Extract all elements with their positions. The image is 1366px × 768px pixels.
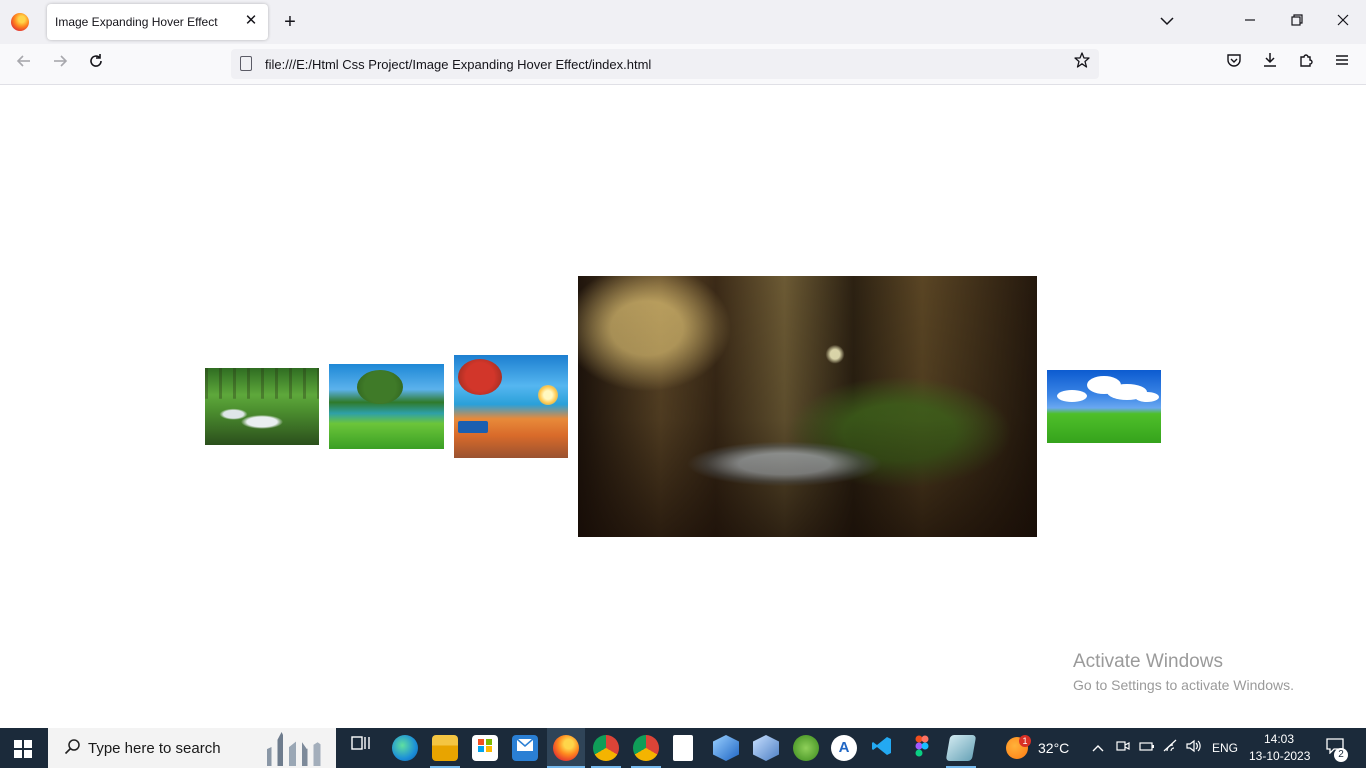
weather-badge: 1 [1019, 735, 1031, 747]
task-view-icon[interactable] [348, 735, 374, 761]
volume-icon[interactable] [1185, 739, 1203, 757]
image-detail [458, 421, 488, 433]
chevron-up-icon[interactable] [1089, 739, 1107, 757]
minimize-icon[interactable] [1238, 10, 1262, 34]
virtualbox-2-icon[interactable] [753, 735, 779, 761]
image-detail [1057, 390, 1087, 402]
star-icon[interactable] [1071, 52, 1093, 74]
search-highlight-image [260, 732, 332, 766]
gallery-image-forest-stream[interactable] [205, 368, 319, 445]
watermark-title: Activate Windows [1073, 651, 1223, 672]
navigation-toolbar: file:///E:/Html Css Project/Image Expand… [0, 44, 1366, 85]
page-icon [240, 56, 252, 71]
back-icon[interactable] [12, 52, 36, 76]
page-content: Activate Windows Go to Settings to activ… [0, 85, 1366, 728]
search-placeholder: Type here to search [88, 740, 221, 757]
notification-count: 2 [1334, 748, 1348, 762]
close-icon[interactable] [1331, 10, 1355, 34]
virtualbox-icon[interactable] [713, 735, 739, 761]
gallery-image-green-hill[interactable] [1047, 370, 1161, 443]
browser-tab[interactable]: Image Expanding Hover Effect ✕ [47, 4, 268, 40]
editor-icon[interactable] [945, 735, 977, 761]
weather-temperature[interactable]: 32°C [1038, 740, 1069, 756]
image-detail [578, 276, 1037, 537]
pocket-icon[interactable] [1222, 52, 1246, 76]
image-detail [1135, 392, 1159, 402]
edge-icon[interactable] [392, 735, 418, 761]
taskbar-search-box[interactable]: Type here to search [48, 728, 336, 768]
tab-list-icon[interactable] [1155, 10, 1179, 34]
download-icon[interactable] [1258, 52, 1282, 76]
chrome-icon[interactable] [593, 735, 619, 761]
battery-icon[interactable] [1138, 739, 1156, 757]
mail-icon[interactable] [512, 735, 538, 761]
gallery-image-expanded-forest-creek[interactable] [578, 276, 1037, 537]
language-indicator[interactable]: ENG [1212, 741, 1238, 755]
menu-icon[interactable] [1330, 52, 1354, 76]
close-tab-icon[interactable]: ✕ [242, 12, 260, 30]
activate-windows-watermark: Activate Windows Go to Settings to activ… [1073, 651, 1294, 693]
image-detail [458, 359, 502, 395]
image-detail [538, 385, 558, 405]
spring-tool-icon[interactable] [793, 735, 819, 761]
wifi-icon[interactable] [1162, 739, 1180, 757]
chrome-profile-icon[interactable] [633, 735, 659, 761]
notepad-icon[interactable] [673, 735, 693, 761]
image-detail [205, 368, 319, 399]
app-a-icon[interactable]: A [831, 735, 857, 761]
vscode-icon[interactable] [869, 735, 895, 761]
image-detail [357, 370, 403, 404]
windows-taskbar: Type here to search A 1 32°C ENG 14:03 1… [0, 728, 1366, 768]
store-icon[interactable] [472, 735, 498, 761]
clock-time[interactable]: 14:03 [1264, 732, 1294, 746]
tab-title: Image Expanding Hover Effect [55, 15, 218, 29]
clock-date[interactable]: 13-10-2023 [1249, 749, 1310, 763]
meet-now-icon[interactable] [1114, 739, 1132, 757]
new-tab-button[interactable]: + [280, 12, 300, 32]
gallery-image-autumn-park[interactable] [454, 355, 568, 458]
reload-icon[interactable] [84, 52, 108, 76]
search-icon [64, 738, 82, 761]
firefox-taskbar-icon[interactable] [553, 735, 579, 761]
browser-tab-bar: Image Expanding Hover Effect ✕ + [0, 0, 1366, 44]
address-bar[interactable]: file:///E:/Html Css Project/Image Expand… [231, 49, 1099, 79]
gallery-image-green-lake[interactable] [329, 364, 444, 449]
extensions-icon[interactable] [1294, 52, 1318, 76]
watermark-subtitle: Go to Settings to activate Windows. [1073, 677, 1294, 693]
url-text[interactable]: file:///E:/Html Css Project/Image Expand… [265, 57, 651, 72]
figma-icon[interactable] [909, 735, 935, 761]
firefox-icon[interactable] [11, 13, 29, 31]
file-explorer-icon[interactable] [432, 735, 458, 761]
restore-icon[interactable] [1285, 10, 1309, 34]
windows-start-icon[interactable] [14, 740, 32, 758]
forward-icon[interactable] [48, 52, 72, 76]
